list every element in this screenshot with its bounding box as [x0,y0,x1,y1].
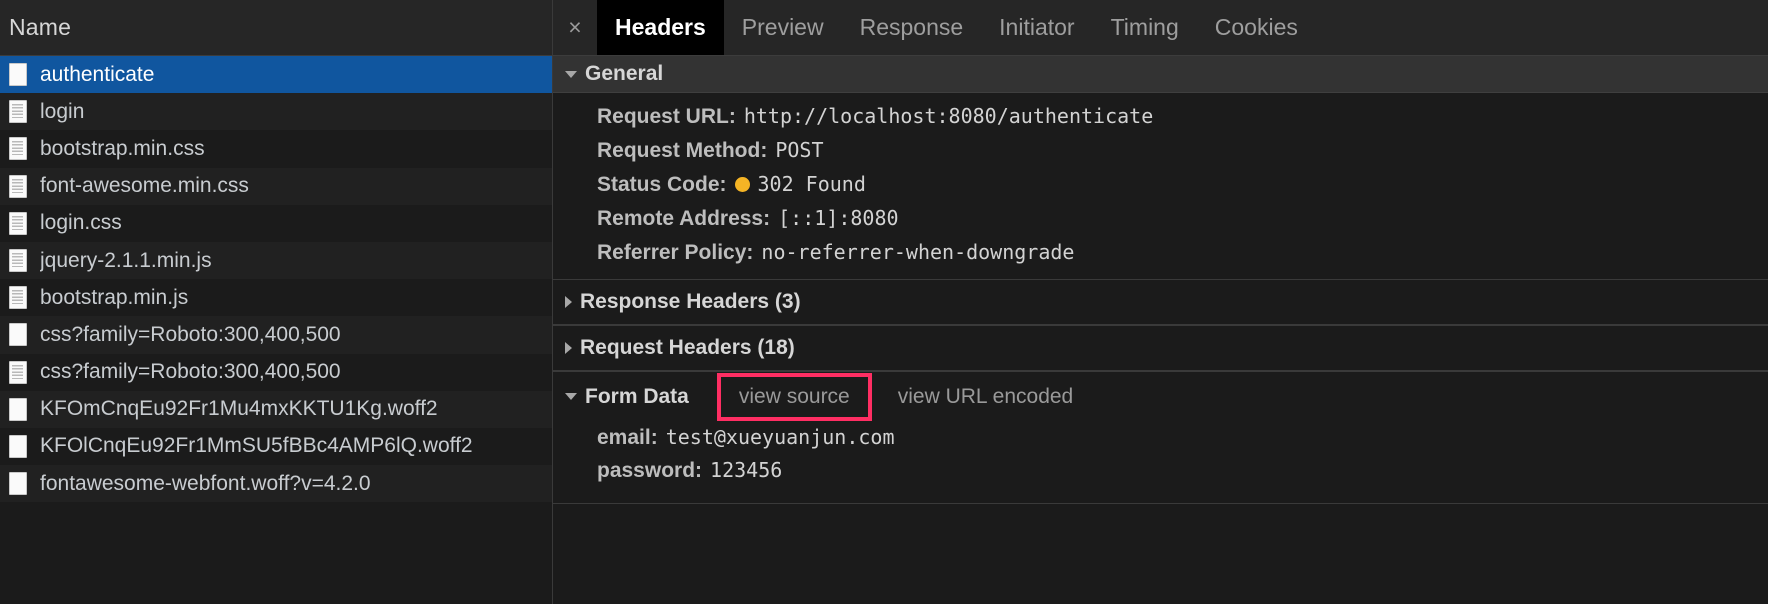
content-divider [553,503,1768,504]
list-item-label: css?family=Roboto:300,400,500 [40,322,341,346]
list-item[interactable]: login [0,93,552,131]
list-item-label: bootstrap.min.js [40,285,189,309]
list-item[interactable]: bootstrap.min.js [0,279,552,317]
document-lined-icon [9,211,27,235]
tab-headers[interactable]: Headers [597,0,724,55]
section-header-response-headers[interactable]: Response Headers (3) [553,279,1768,325]
detail-tabbar: × Headers Preview Response Initiator Timing C… [553,0,1768,56]
list-item-label: authenticate [40,62,155,86]
list-item-label: login [40,99,85,123]
name-column-header[interactable]: Name [0,0,552,56]
form-data-value: 123456 [710,458,783,482]
form-data-value: test@xueyuanjun.com [665,425,895,449]
section-header-request-headers[interactable]: Request Headers (18) [553,325,1768,371]
chevron-down-icon [565,70,577,78]
section-title-general: General [585,62,664,85]
document-blank-icon [9,323,27,347]
devtools-network-panel: Name authenticate login bootstrap.min.css f… [0,0,1768,604]
list-item-label: fontawesome-webfont.woff?v=4.2.0 [40,471,371,495]
form-data-rows: email: test@xueyuanjun.com password: 123456 [553,421,1768,487]
tab-cookies[interactable]: Cookies [1197,0,1316,55]
form-data-key: email: [597,426,658,449]
list-item[interactable]: jquery-2.1.1.min.js [0,241,552,280]
general-row-value: http://localhost:8080/authenticate [743,103,1154,128]
general-row-value: POST [775,137,824,162]
general-row-key: Remote Address: [597,206,771,230]
general-row-value: 302 Found [757,171,866,196]
form-data-toggle[interactable]: Form Data [565,385,689,409]
close-icon[interactable]: × [553,0,597,55]
request-detail-panel: × Headers Preview Response Initiator Timing C… [553,0,1768,604]
list-item-label: KFOlCnqEu92Fr1MmSU5fBBc4AMP6lQ.woff2 [40,434,473,458]
form-data-row: password: 123456 [553,454,1768,487]
tab-initiator[interactable]: Initiator [981,0,1092,55]
document-lined-icon [9,100,27,124]
general-row: Status Code: 302 Found [553,167,1768,201]
list-item[interactable]: fontawesome-webfont.woff?v=4.2.0 [0,465,552,503]
chevron-down-icon [565,393,577,400]
document-lined-icon [9,249,27,273]
general-row: Remote Address: [::1]:8080 [553,201,1768,235]
general-row-key: Status Code: [597,172,727,196]
document-lined-icon [9,174,27,198]
section-title-response-headers: Response Headers (3) [580,290,801,313]
tab-group: Headers Preview Response Initiator Timing Coo… [597,0,1316,55]
name-column-label: Name [9,14,72,40]
list-item[interactable]: KFOmCnqEu92Fr1Mu4mxKKTU1Kg.woff2 [0,390,552,428]
headers-detail-content: General Request URL: http://localhost:808… [553,56,1768,604]
list-item-label: login.css [40,211,122,235]
document-lined-icon [9,137,27,161]
document-blank-icon [9,472,27,496]
section-title-form-data: Form Data [585,384,689,408]
status-badge [734,176,750,192]
list-item[interactable]: css?family=Roboto:300,400,500 [0,353,552,391]
general-row-value: no-referrer-when-downgrade [761,239,1075,264]
request-file-list[interactable]: authenticate login bootstrap.min.css font-a… [0,56,552,604]
list-item-label: jquery-2.1.1.min.js [40,248,212,272]
list-item[interactable]: font-awesome.min.css [0,167,552,205]
list-item[interactable]: login.css [0,204,552,242]
general-row-key: Request Method: [597,138,768,162]
tab-response[interactable]: Response [842,0,982,55]
tab-timing[interactable]: Timing [1093,0,1197,55]
document-lined-icon [9,286,27,310]
general-row-key: Referrer Policy: [597,240,754,264]
section-title-request-headers: Request Headers (18) [580,336,795,359]
document-blank-icon [9,397,27,421]
view-url-encoded-button[interactable]: view URL encoded [894,383,1078,411]
list-item[interactable]: KFOlCnqEu92Fr1MmSU5fBBc4AMP6lQ.woff2 [0,427,552,466]
list-item-label: font-awesome.min.css [40,174,249,198]
section-header-general[interactable]: General [553,56,1768,93]
form-data-row: email: test@xueyuanjun.com [553,421,1768,454]
general-rows: Request URL: http://localhost:8080/authen… [553,93,1768,279]
list-item[interactable]: authenticate [0,56,552,94]
general-row-key: Request URL: [597,104,736,128]
chevron-right-icon [565,296,572,308]
requests-list-panel: Name authenticate login bootstrap.min.css f… [0,0,553,604]
tab-preview[interactable]: Preview [724,0,842,55]
document-blank-icon [9,434,27,458]
form-data-key: password: [597,459,703,482]
general-row: Request URL: http://localhost:8080/authen… [553,99,1768,133]
general-row: Referrer Policy: no-referrer-when-downgra… [553,235,1768,269]
list-item-label: KFOmCnqEu92Fr1Mu4mxKKTU1Kg.woff2 [40,397,438,421]
view-source-button[interactable]: view source [716,372,872,421]
list-item[interactable]: css?family=Roboto:300,400,500 [0,316,552,354]
document-lined-icon [9,360,27,384]
list-item-label: bootstrap.min.css [40,136,205,160]
document-blank-icon [9,63,27,87]
chevron-right-icon [565,342,572,354]
list-item[interactable]: bootstrap.min.css [0,130,552,168]
list-item-label: css?family=Roboto:300,400,500 [40,360,341,384]
section-header-form-data: Form Data view source view URL encoded [553,371,1768,421]
general-row-value: [::1]:8080 [778,205,899,230]
general-row: Request Method: POST [553,133,1768,167]
